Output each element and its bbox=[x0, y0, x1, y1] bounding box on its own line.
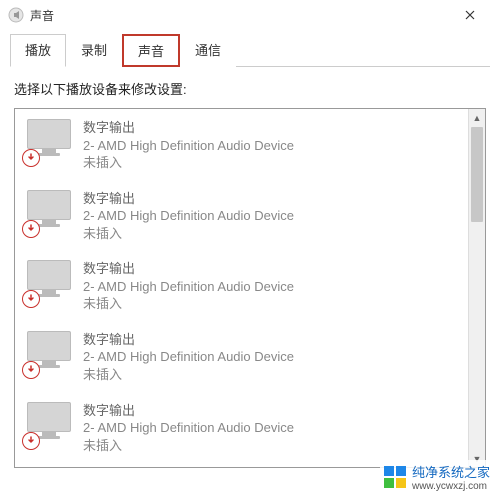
device-status: 未插入 bbox=[83, 437, 294, 455]
device-status: 未插入 bbox=[83, 295, 294, 313]
device-item[interactable]: 数字输出 2- AMD High Definition Audio Device… bbox=[15, 392, 485, 463]
device-status: 未插入 bbox=[83, 225, 294, 243]
tab-label: 声音 bbox=[138, 44, 164, 59]
watermark: 纯净系统之家 www.ycwxzj.com bbox=[380, 460, 494, 494]
device-text: 数字输出 2- AMD High Definition Audio Device… bbox=[83, 188, 294, 243]
scrollbar[interactable]: ▲ ▼ bbox=[468, 109, 485, 467]
unplugged-badge-icon bbox=[22, 220, 40, 238]
device-item[interactable]: 数字输出 2- AMD High Definition Audio Device… bbox=[15, 321, 485, 392]
tab-label: 录制 bbox=[81, 43, 107, 58]
sound-app-icon bbox=[8, 7, 24, 23]
unplugged-badge-icon bbox=[22, 149, 40, 167]
playback-panel: 选择以下播放设备来修改设置: 数字输出 2- AMD High Definiti… bbox=[0, 67, 500, 480]
device-text: 数字输出 2- AMD High Definition Audio Device… bbox=[83, 117, 294, 172]
device-monitor-icon bbox=[25, 117, 73, 165]
titlebar: 声音 bbox=[0, 0, 500, 30]
device-monitor-icon bbox=[25, 400, 73, 448]
unplugged-badge-icon bbox=[22, 432, 40, 450]
tab-recording[interactable]: 录制 bbox=[66, 34, 122, 67]
scroll-thumb[interactable] bbox=[471, 127, 483, 222]
device-monitor-icon bbox=[25, 329, 73, 377]
device-desc: 2- AMD High Definition Audio Device bbox=[83, 348, 294, 366]
device-desc: 2- AMD High Definition Audio Device bbox=[83, 207, 294, 225]
panel-instruction: 选择以下播放设备来修改设置: bbox=[14, 79, 486, 98]
device-item[interactable]: 数字输出 2- AMD High Definition Audio Device… bbox=[15, 250, 485, 321]
device-monitor-icon bbox=[25, 258, 73, 306]
device-text: 数字输出 2- AMD High Definition Audio Device… bbox=[83, 329, 294, 384]
device-item[interactable]: 数字输出 2- AMD High Definition Audio Device… bbox=[15, 180, 485, 251]
watermark-text: 纯净系统之家 www.ycwxzj.com bbox=[412, 462, 490, 492]
device-list[interactable]: 数字输出 2- AMD High Definition Audio Device… bbox=[14, 108, 486, 468]
watermark-logo-icon bbox=[384, 466, 406, 488]
device-desc: 2- AMD High Definition Audio Device bbox=[83, 419, 294, 437]
close-button[interactable] bbox=[447, 0, 492, 30]
tab-playback[interactable]: 播放 bbox=[10, 34, 66, 67]
scroll-up-arrow[interactable]: ▲ bbox=[469, 109, 485, 126]
device-name: 数字输出 bbox=[83, 119, 294, 137]
device-name: 数字输出 bbox=[83, 331, 294, 349]
tab-label: 播放 bbox=[25, 43, 51, 58]
window-title: 声音 bbox=[30, 7, 447, 24]
tab-label: 通信 bbox=[195, 43, 221, 58]
device-item[interactable]: 数字输出 2- AMD High Definition Audio Device… bbox=[15, 109, 485, 180]
device-name: 数字输出 bbox=[83, 260, 294, 278]
device-text: 数字输出 2- AMD High Definition Audio Device… bbox=[83, 258, 294, 313]
device-status: 未插入 bbox=[83, 154, 294, 172]
device-text: 数字输出 2- AMD High Definition Audio Device… bbox=[83, 400, 294, 455]
tab-sounds[interactable]: 声音 bbox=[122, 34, 180, 67]
tab-communications[interactable]: 通信 bbox=[180, 34, 236, 67]
device-name: 数字输出 bbox=[83, 402, 294, 420]
device-desc: 2- AMD High Definition Audio Device bbox=[83, 278, 294, 296]
device-status: 未插入 bbox=[83, 366, 294, 384]
unplugged-badge-icon bbox=[22, 290, 40, 308]
device-name: 数字输出 bbox=[83, 190, 294, 208]
unplugged-badge-icon bbox=[22, 361, 40, 379]
device-monitor-icon bbox=[25, 188, 73, 236]
device-desc: 2- AMD High Definition Audio Device bbox=[83, 137, 294, 155]
tab-strip: 播放 录制 声音 通信 bbox=[0, 30, 500, 66]
